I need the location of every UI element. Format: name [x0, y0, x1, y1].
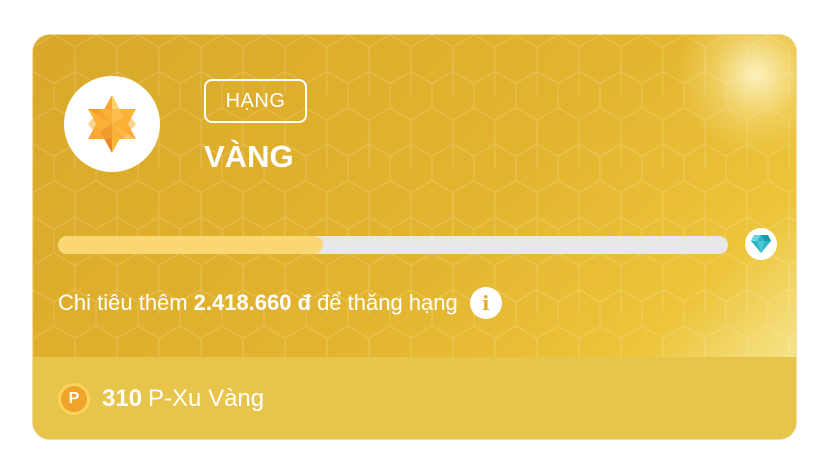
upgrade-hint-suffix: để thăng hạng [317, 290, 458, 315]
rank-progress-bar [58, 236, 728, 254]
next-tier-badge [745, 228, 777, 260]
upgrade-hint-prefix: Chi tiêu thêm [58, 290, 188, 315]
star-of-david-icon [88, 95, 136, 153]
upgrade-hint: Chi tiêu thêm 2.418.660 đ để thăng hạng … [58, 287, 502, 319]
rank-label-box: HẠNG [204, 79, 307, 123]
rank-badge [64, 76, 160, 172]
coin-balance: 310 P-Xu Vàng [102, 385, 264, 413]
coin-balance-row[interactable]: P 310 P-Xu Vàng [33, 357, 796, 439]
rank-name: VÀNG [204, 139, 294, 174]
rank-progress-fill [58, 236, 323, 254]
diamond-icon [751, 235, 771, 253]
coin-amount: 310 [102, 385, 143, 412]
p-coin-icon: P [58, 383, 90, 415]
corner-shine [676, 35, 796, 155]
membership-card: HẠNG VÀNG Chi tiêu thêm 2.418.660 đ để t… [32, 34, 797, 440]
card-header-area: HẠNG VÀNG Chi tiêu thêm 2.418.660 đ để t… [33, 35, 796, 357]
upgrade-amount: 2.418.660 đ [193, 290, 312, 315]
info-icon[interactable]: i [469, 287, 502, 319]
coin-label: P-Xu Vàng [148, 385, 265, 412]
